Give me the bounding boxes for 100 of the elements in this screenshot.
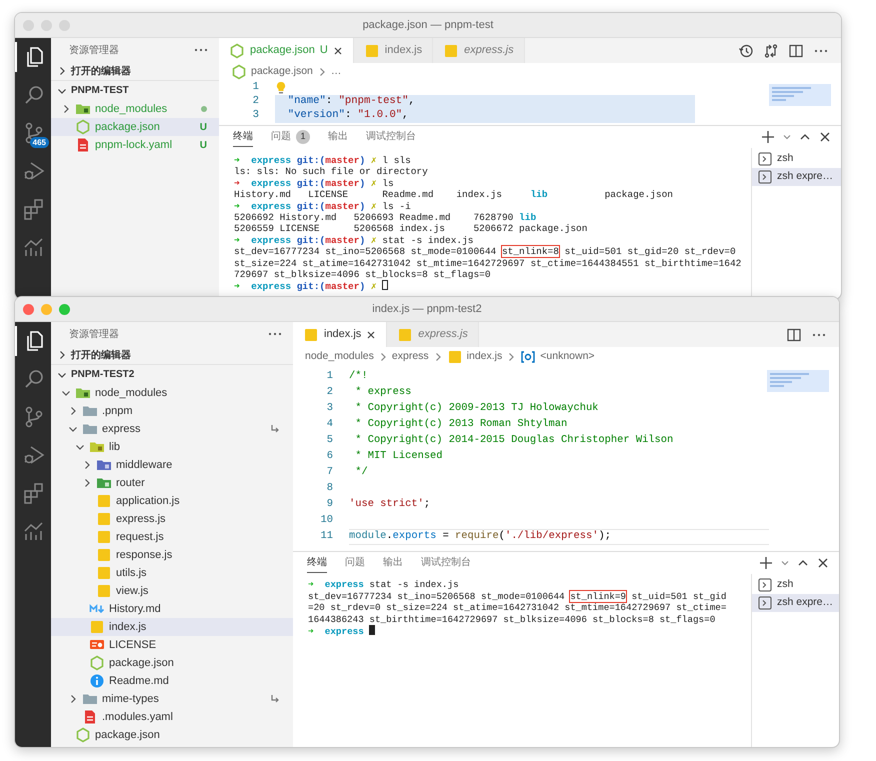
tree-item[interactable]: package.json xyxy=(51,726,293,744)
code-line: */ xyxy=(354,465,369,480)
tab[interactable]: index.js xyxy=(354,38,434,63)
terminal-session[interactable]: zsh xyxy=(752,150,841,168)
tree-item[interactable]: LICENSE xyxy=(51,636,293,654)
plus-icon[interactable] xyxy=(759,556,773,570)
section-header[interactable]: 打开的编辑器 xyxy=(51,62,219,81)
source-control-button[interactable]: 465 xyxy=(15,118,51,148)
terminal-line: st_dev=16777234 st_ino=5206568 st_mode=0100644 st_nlink=8 st_uid=501 st_gid=20 st_rdev=0 xyxy=(234,246,737,258)
terminal-line: =20 st_rdev=0 st_size=224 st_atime=1642731042 st_mtime=1642729697 st_ctime= xyxy=(308,602,728,614)
plus-icon[interactable] xyxy=(761,130,775,144)
terminal-line: 5206692 History.md 5206693 Readme.md 7628790 lib xyxy=(234,212,538,224)
code-line: * Copyright(c) 2014-2015 Douglas Christopher Wilson xyxy=(354,433,674,448)
panel-tab[interactable]: 输出 xyxy=(383,553,403,573)
terminal-icon xyxy=(758,596,772,610)
extensions-icon xyxy=(22,197,46,221)
sidebar-title: 资源管理器 xyxy=(69,44,119,58)
terminal-icon xyxy=(758,578,772,592)
lightbulb-icon[interactable] xyxy=(275,81,287,95)
section-header[interactable]: 打开的编辑器 xyxy=(51,346,293,365)
line-number: 5 xyxy=(326,433,333,448)
tree-item[interactable]: express.js xyxy=(51,510,293,528)
chevron-down-icon[interactable] xyxy=(783,133,791,141)
symlink-icon xyxy=(269,423,281,435)
close-icon[interactable] xyxy=(332,46,343,56)
line-number: 3 xyxy=(326,401,333,416)
js-file-icon xyxy=(96,529,112,545)
tree-item[interactable]: .modules.yaml xyxy=(51,708,293,726)
line-number: 1 xyxy=(252,81,259,96)
line-number: 10 xyxy=(320,513,333,528)
code-line: * Copyright(c) 2013 Roman Shtylman xyxy=(354,417,568,432)
breadcrumb-item[interactable]: index.js xyxy=(446,349,502,365)
tree-item[interactable]: node_modules xyxy=(51,384,293,402)
tree-item[interactable]: package.json xyxy=(51,654,293,672)
breadcrumb-item[interactable]: … xyxy=(330,64,342,80)
hexagon-icon xyxy=(231,64,247,80)
close-icon[interactable] xyxy=(366,330,376,340)
tree-item[interactable]: middleware xyxy=(51,456,293,474)
tree-item[interactable]: mime-types xyxy=(51,690,293,708)
sidebar-title: 资源管理器 xyxy=(69,328,119,342)
section-header[interactable]: PNPM-TEST xyxy=(51,81,219,100)
panel-tab[interactable]: 终端 xyxy=(233,127,253,147)
tree-item[interactable]: utils.js xyxy=(51,564,293,582)
breadcrumb-item[interactable]: node_modules xyxy=(305,349,374,365)
tree-item[interactable]: request.js xyxy=(51,528,293,546)
symlink-icon xyxy=(269,693,281,705)
code-line: /*! xyxy=(349,369,369,384)
tab[interactable]: express.js xyxy=(387,322,479,347)
code-line: * MIT Licensed xyxy=(354,449,444,464)
count-badge: 465 xyxy=(30,137,49,148)
chevron-down-icon[interactable] xyxy=(781,559,789,567)
panel-tab[interactable]: 问题 1 xyxy=(271,127,310,147)
split-editor-icon[interactable] xyxy=(786,326,802,342)
terminal-session[interactable]: zsh expre… xyxy=(752,594,839,612)
split-editor-icon[interactable] xyxy=(788,42,804,58)
panel-tab[interactable]: 输出 xyxy=(328,127,348,147)
tree-item[interactable]: History.md xyxy=(51,600,293,618)
js-file-icon xyxy=(89,619,105,635)
terminal-line: ➜ express git:(master) ✗ l sls xyxy=(234,155,412,166)
tree-item[interactable]: router xyxy=(51,474,293,492)
tree-item[interactable]: Readme.md xyxy=(51,672,293,690)
line-number: 1 xyxy=(326,369,333,384)
code-line: module.exports = require('./lib/express'); xyxy=(349,529,769,545)
panel-tab[interactable]: 问题 xyxy=(345,553,365,573)
close-button[interactable] xyxy=(23,304,34,315)
window-title: package.json — pnpm-test xyxy=(362,18,494,33)
tree-item[interactable]: .pnpm xyxy=(51,402,293,420)
terminal-line: ➜ express git:(master) ✗ ls xyxy=(234,178,395,190)
terminal-session[interactable]: zsh expre… xyxy=(752,168,841,186)
tab[interactable]: package.json U xyxy=(219,38,354,63)
js-file-icon xyxy=(303,326,319,342)
close-icon[interactable] xyxy=(817,557,829,569)
js-file-icon xyxy=(96,511,112,527)
tree-item[interactable]: application.js xyxy=(51,492,293,510)
minimap xyxy=(767,370,829,392)
breadcrumb-item[interactable]: express xyxy=(392,349,429,365)
tab[interactable]: index.js xyxy=(293,322,388,347)
line-number: 4 xyxy=(326,417,333,432)
breadcrumb-item[interactable]: <unknown> xyxy=(520,349,595,365)
tree-item[interactable]: view.js xyxy=(51,582,293,600)
panel-tab[interactable]: 终端 xyxy=(307,553,327,573)
panel-tab[interactable]: 调试控制台 xyxy=(366,127,416,147)
close-icon[interactable] xyxy=(819,131,831,143)
tree-item[interactable]: response.js xyxy=(51,546,293,564)
tree-item[interactable]: lib xyxy=(51,438,293,456)
breadcrumb-item[interactable]: package.json xyxy=(231,64,313,80)
terminal-line: st_dev=16777234 st_ino=5206568 st_mode=0100644 st_nlink=9 st_uid=501 st_gid xyxy=(308,590,728,602)
section-header[interactable]: PNPM-TEST2 xyxy=(51,365,293,384)
minimap xyxy=(769,84,831,106)
compare-icon[interactable] xyxy=(763,42,779,58)
code-line: * express xyxy=(354,385,412,400)
tree-item[interactable]: index.js xyxy=(51,618,293,636)
terminal-line: 729697 st_blksize=4096 st_blocks=8 st_flags=0 xyxy=(234,269,492,280)
tree-item[interactable]: express xyxy=(51,420,293,438)
terminal-icon xyxy=(758,152,772,166)
terminal-session[interactable]: zsh xyxy=(752,576,839,594)
tab[interactable]: express.js xyxy=(433,38,525,63)
line-number: 9 xyxy=(326,497,333,512)
history-icon[interactable] xyxy=(738,42,754,58)
panel-tab[interactable]: 调试控制台 xyxy=(421,553,471,573)
